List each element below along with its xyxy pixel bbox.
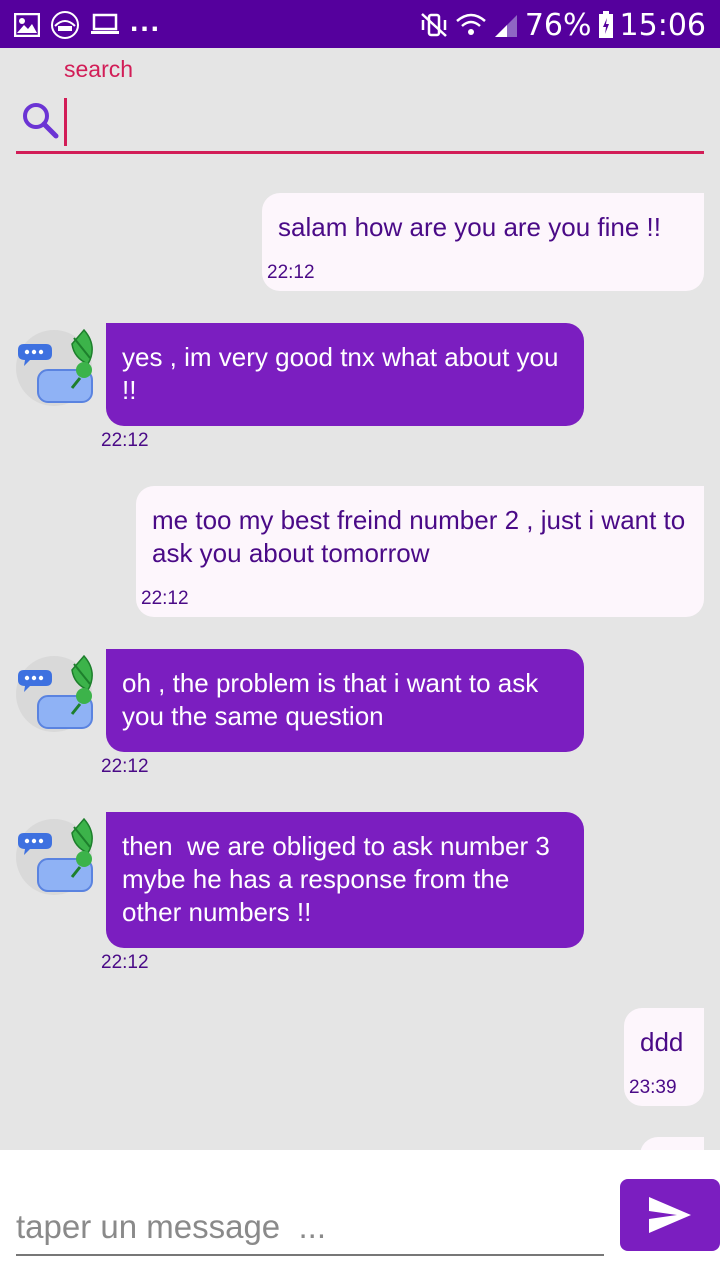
message-bubble-sent[interactable]: salam how are you are you fine !! 22:12 (262, 193, 704, 291)
app-logo-icon (51, 11, 79, 39)
notification-icons: ... (14, 5, 162, 40)
more-notifications: ... (130, 5, 162, 38)
message-time: 23:39 (629, 1077, 677, 1098)
contact-avatar[interactable] (14, 650, 98, 734)
message-time: 22:12 (101, 756, 149, 777)
mute-vibrate-icon (420, 13, 447, 37)
system-icons: 76% 15:06 (419, 7, 706, 43)
contact-avatar[interactable] (14, 813, 98, 897)
send-icon (649, 1197, 691, 1233)
message-time: 22:12 (101, 430, 149, 451)
battery-icon (598, 11, 613, 38)
search-label: search (64, 56, 134, 82)
message-bubble-sent[interactable]: me too my best freind number 2 , just i … (136, 486, 704, 617)
status-bar: ... 76% 15:06 (0, 0, 720, 48)
message-bubble-received[interactable]: yes , im very good tnx what about you !! (106, 323, 584, 426)
message-time: 22:12 (267, 262, 315, 283)
message-time: 22:12 (101, 952, 149, 973)
message-text: oh , the problem is that i want to ask y… (122, 668, 546, 731)
message-text: ddd (640, 1027, 684, 1057)
battery-percent: 76% (524, 7, 592, 43)
message-text: me too my best freind number 2 , just i … (152, 505, 693, 568)
message-text: yes , im very good tnx what about you !! (122, 342, 566, 405)
contact-avatar[interactable] (14, 324, 98, 408)
text-cursor (64, 98, 67, 146)
search-input[interactable] (66, 98, 696, 148)
search-icon (23, 103, 59, 139)
message-bubble-received[interactable]: oh , the problem is that i want to ask y… (106, 649, 584, 752)
message-text: salam how are you are you fine !! (278, 212, 661, 242)
message-input[interactable] (16, 1200, 604, 1256)
send-button[interactable] (620, 1179, 720, 1251)
message-text: then we are obliged to ask number 3 mybe… (122, 831, 558, 927)
message-bubble-received[interactable]: then we are obliged to ask number 3 mybe… (106, 812, 584, 948)
search-field[interactable] (16, 94, 704, 154)
message-time: 22:12 (141, 588, 189, 609)
signal-icon (494, 15, 517, 37)
wifi-icon (456, 13, 486, 35)
laptop-icon (91, 13, 119, 34)
message-bubble-sent[interactable]: ddd 23:39 (624, 1008, 704, 1106)
gallery-icon (14, 13, 40, 37)
message-composer (0, 1150, 720, 1280)
clock: 15:06 (619, 7, 706, 43)
